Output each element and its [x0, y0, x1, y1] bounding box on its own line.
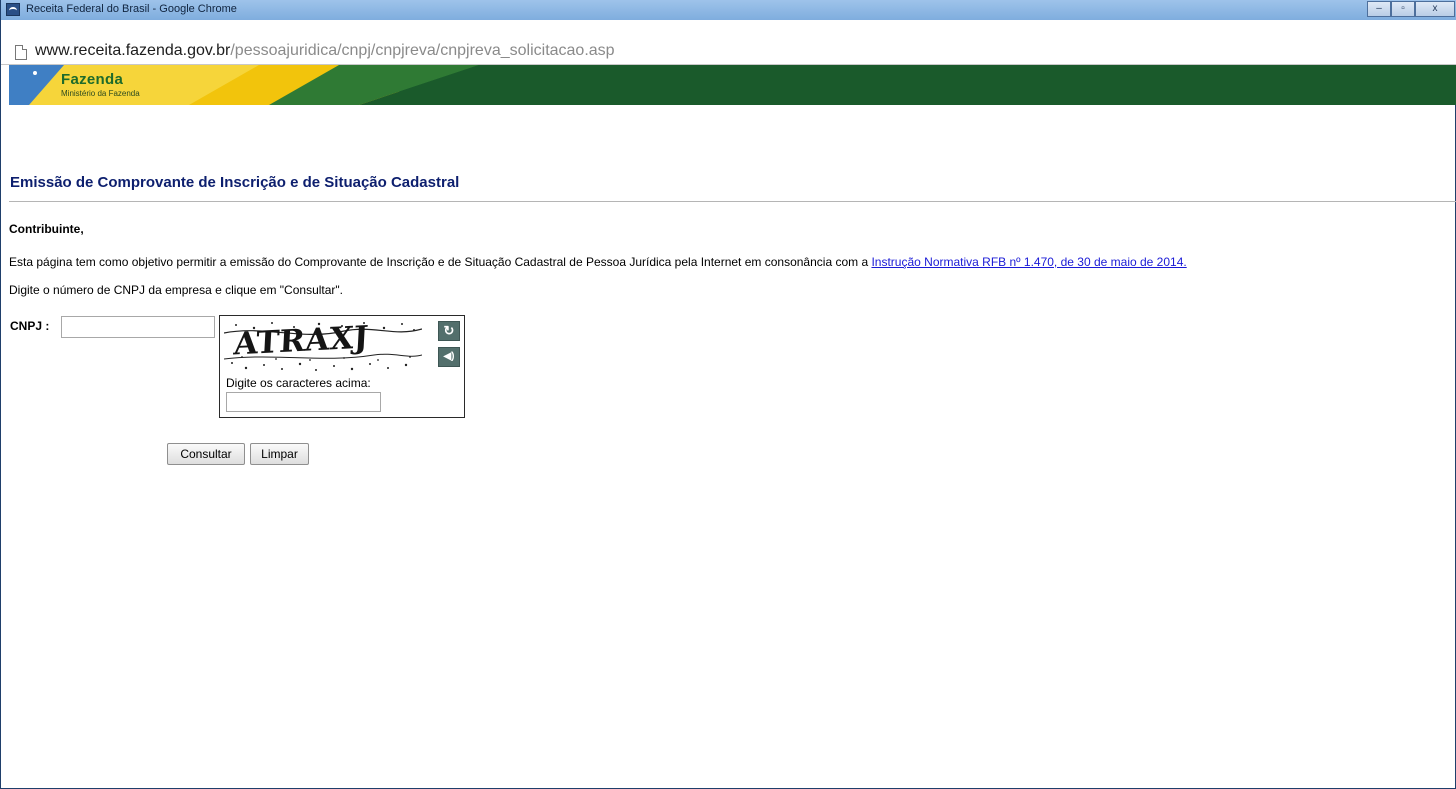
address-bar[interactable]: www.receita.fazenda.gov.br/pessoajuridic… [1, 20, 1456, 65]
divider [9, 201, 1456, 202]
captcha-box: ATRAXJ ↻ ◀) Digite os caracteres acima: [219, 315, 465, 418]
title-bar: Receita Federal do Brasil - Google Chrom… [1, 0, 1456, 20]
refresh-icon[interactable]: ↻ [438, 321, 460, 341]
intro-paragraph: Esta página tem como objetivo permitir a… [9, 255, 1187, 269]
captcha-label: Digite os caracteres acima: [226, 376, 371, 390]
captcha-input[interactable] [226, 392, 381, 412]
close-button[interactable]: x [1415, 1, 1455, 17]
intro-text: Esta página tem como objetivo permitir a… [9, 255, 872, 269]
window-title: Receita Federal do Brasil - Google Chrom… [26, 3, 237, 15]
browser-window: Receita Federal do Brasil - Google Chrom… [0, 0, 1456, 789]
url-text[interactable]: www.receita.fazenda.gov.br/pessoajuridic… [35, 42, 615, 60]
url-host: www.receita.fazenda.gov.br [35, 42, 231, 59]
audio-icon[interactable]: ◀) [438, 347, 460, 367]
banner-graphic [9, 65, 1456, 105]
url-path: /pessoajuridica/cnpj/cnpjreva/cnpjreva_s… [230, 42, 615, 59]
cnpj-label: CNPJ : [10, 319, 50, 333]
banner-subtitle: Ministério da Fazenda [61, 89, 140, 98]
site-banner: Fazenda Ministério da Fazenda [9, 65, 1456, 105]
maximize-button[interactable]: ▫ [1391, 1, 1415, 17]
instrucao-normativa-link[interactable]: Instrução Normativa RFB nº 1.470, de 30 … [871, 255, 1186, 269]
minimize-button[interactable]: – [1367, 1, 1391, 17]
page-icon [15, 45, 27, 60]
receita-favicon-icon [6, 3, 20, 16]
cnpj-input[interactable] [61, 316, 215, 338]
page-title: Emissão de Comprovante de Inscrição e de… [10, 174, 460, 191]
instruction-text: Digite o número de CNPJ da empresa e cli… [9, 283, 344, 297]
banner-title: Fazenda [61, 71, 124, 88]
captcha-text: ATRAXJ [232, 319, 370, 363]
limpar-button[interactable]: Limpar [250, 443, 309, 465]
captcha-image: ATRAXJ [224, 319, 422, 374]
window-controls: – ▫ x [1367, 1, 1455, 18]
consultar-button[interactable]: Consultar [167, 443, 245, 465]
greeting-text: Contribuinte, [9, 222, 84, 236]
